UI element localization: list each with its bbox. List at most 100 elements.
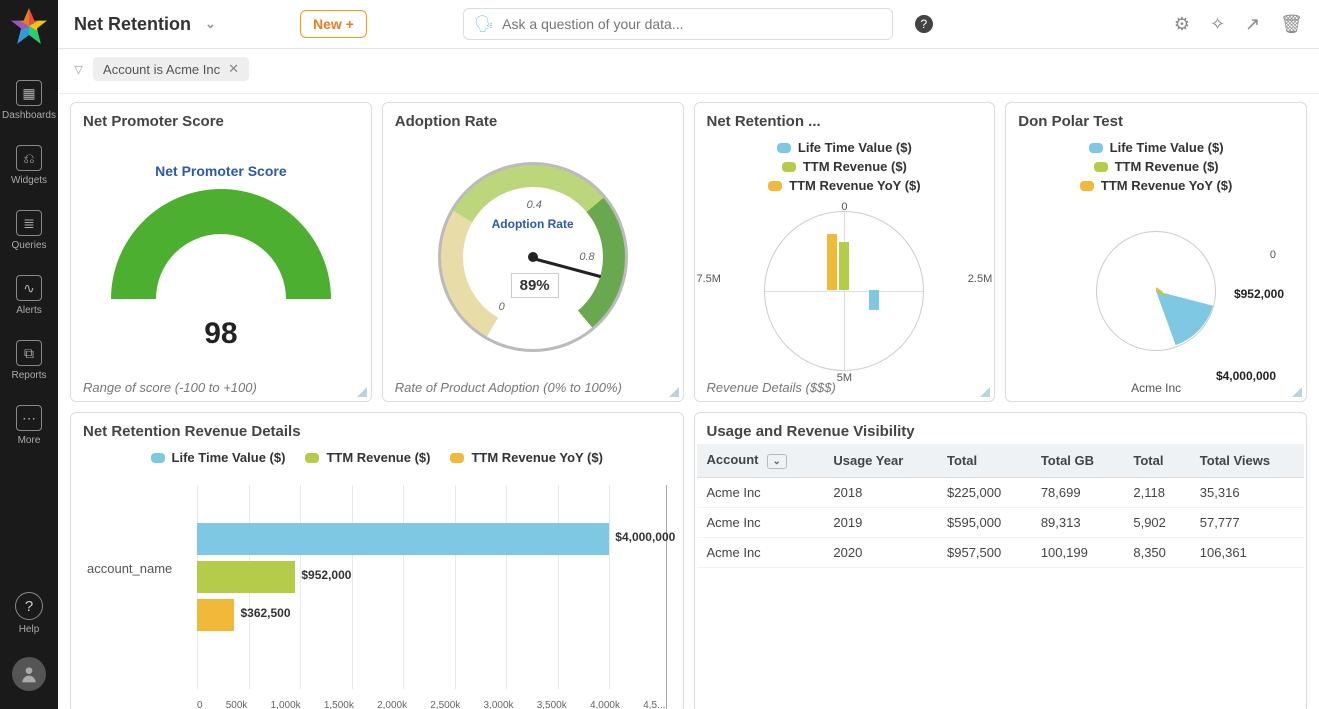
nav-label: Dashboards <box>2 110 56 121</box>
nps-gauge <box>111 189 331 299</box>
nav-label: Alerts <box>16 305 42 316</box>
col-total[interactable]: Total <box>937 444 1031 478</box>
left-sidebar: ▦ Dashboards ⎌ Widgets ≣Queries ∿ Alerts ⧉R… <box>0 0 58 709</box>
x-axis-ticks: 0500k1,000k1,500k2,000k2,500k3,000k3,500… <box>197 700 666 709</box>
nav-more[interactable]: ⋯ More <box>16 405 42 446</box>
data-label: $4,000,000 <box>1216 369 1276 383</box>
nav-dashboards[interactable]: ▦ Dashboards <box>2 80 56 121</box>
card-title: Net Retention ... <box>695 103 995 134</box>
legend-label: Life Time Value ($) <box>1110 140 1224 155</box>
nav-widgets[interactable]: ⎌ Widgets <box>11 145 47 186</box>
legend-label: TTM Revenue ($) <box>1115 159 1219 174</box>
axis-tick: 0 <box>841 201 847 213</box>
gauge-hub <box>528 252 538 262</box>
app-logo[interactable] <box>11 8 47 44</box>
dashboard-title-text: Net Retention <box>74 14 191 35</box>
bar-chart: account_name $4,000,000 $952,000 $362,50… <box>197 485 667 709</box>
trash-icon[interactable]: 🗑 <box>1280 14 1303 35</box>
dashboard-title-dropdown[interactable]: Net Retention ⌄ <box>74 14 284 35</box>
legend-swatch <box>1080 181 1094 191</box>
col-account[interactable]: Account⌄ <box>697 444 824 478</box>
nav-queries[interactable]: ≣Queries <box>11 210 46 251</box>
adoption-gauge: 0.4 Adoption Rate 0.8 0 89% <box>438 162 628 352</box>
gauge-tick: 0.4 <box>527 199 542 211</box>
legend-swatch <box>768 181 782 191</box>
resize-handle-icon[interactable] <box>669 387 679 397</box>
gauge-value: 89% <box>511 273 559 298</box>
card-nps: Net Promoter Score Net Promoter Score 98… <box>70 102 372 402</box>
help-icon[interactable]: ? <box>15 592 43 620</box>
card-adoption: Adoption Rate 0.4 Adoption Rate 0.8 0 89… <box>382 102 684 402</box>
bar-ttm: $952,000 <box>197 561 295 593</box>
card-footer: Range of score (-100 to +100) <box>71 380 371 401</box>
nav-label: More <box>18 435 41 446</box>
gauge-tick: 0.8 <box>579 251 594 263</box>
data-label: $952,000 <box>1234 287 1284 301</box>
top-bar: Net Retention ⌄ New + 🗣 ? ⚙ ✧ ↗ 🗑 <box>58 0 1319 49</box>
card-title: Don Polar Test <box>1006 103 1306 134</box>
card-title: Net Retention Revenue Details <box>71 413 683 444</box>
col-usage-year[interactable]: Usage Year <box>823 444 937 478</box>
polar-bar <box>869 290 879 310</box>
bar-value: $952,000 <box>301 568 351 582</box>
card-title: Usage and Revenue Visibility <box>695 413 1307 444</box>
axis-tick: 7.5M <box>697 273 721 285</box>
polar-chart <box>764 211 924 371</box>
gauge-label: Net Promoter Score <box>155 163 286 179</box>
ask-data-box[interactable]: 🗣 <box>463 8 893 40</box>
user-avatar[interactable] <box>12 657 46 691</box>
col-total-gb[interactable]: Total GB <box>1031 444 1124 478</box>
close-icon[interactable]: ✕ <box>228 61 239 77</box>
chart-icon: ⎌ <box>16 145 42 171</box>
ask-help-icon[interactable]: ? <box>915 15 933 33</box>
wand-icon[interactable]: ✧ <box>1210 14 1225 35</box>
legend-label: TTM Revenue YoY ($) <box>789 178 920 193</box>
legend-label: TTM Revenue YoY ($) <box>1101 178 1232 193</box>
more-icon: ⋯ <box>16 405 42 431</box>
filter-bar: ▿ Account is Acme Inc ✕ <box>58 49 1319 94</box>
share-icon[interactable]: ↗ <box>1245 14 1260 35</box>
y-axis-label: account_name <box>87 561 172 576</box>
nav-reports[interactable]: ⧉Reports <box>11 340 46 381</box>
card-don-polar: Don Polar Test Life Time Value ($) TTM R… <box>1005 102 1307 402</box>
chevron-down-icon[interactable]: ⌄ <box>767 454 787 469</box>
nav-alerts[interactable]: ∿ Alerts <box>16 275 42 316</box>
card-usage-table: Usage and Revenue Visibility Account⌄ Us… <box>694 412 1308 709</box>
filter-chip[interactable]: Account is Acme Inc ✕ <box>93 57 249 81</box>
chevron-down-icon: ⌄ <box>205 16 216 32</box>
grid-icon: ▦ <box>16 80 42 106</box>
gauge-tick: 0 <box>499 301 505 313</box>
legend-label: TTM Revenue ($) <box>803 159 907 174</box>
card-title: Adoption Rate <box>383 103 683 134</box>
report-icon: ⧉ <box>16 340 42 366</box>
card-footer: Rate of Product Adoption (0% to 100%) <box>383 380 683 401</box>
legend-swatch <box>151 453 165 463</box>
table-row[interactable]: Acme Inc2018$225,00078,6992,11835,316 <box>697 478 1305 508</box>
alert-icon: ∿ <box>16 275 42 301</box>
nav-label: Widgets <box>11 175 47 186</box>
legend-swatch <box>1089 143 1103 153</box>
col-total-views[interactable]: Total Views <box>1190 444 1304 478</box>
card-retention-polar: Net Retention ... Life Time Value ($) TT… <box>694 102 996 402</box>
resize-handle-icon[interactable] <box>357 387 367 397</box>
legend-swatch <box>1094 162 1108 172</box>
funnel-icon[interactable]: ▿ <box>74 59 83 80</box>
ask-input[interactable] <box>502 16 882 32</box>
table-row[interactable]: Acme Inc2019$595,00089,3135,90257,777 <box>697 508 1305 538</box>
legend-swatch <box>305 453 319 463</box>
resize-handle-icon[interactable] <box>1292 387 1302 397</box>
legend-swatch <box>450 453 464 463</box>
settings-icon[interactable]: ⚙ <box>1174 14 1190 35</box>
new-button[interactable]: New + <box>300 10 367 38</box>
card-revenue-bars: Net Retention Revenue Details Life Time … <box>70 412 684 709</box>
legend-label: Life Time Value ($) <box>172 450 286 465</box>
table-row[interactable]: Acme Inc2020$957,500100,1998,350106,361 <box>697 538 1305 568</box>
resize-handle-icon[interactable] <box>980 387 990 397</box>
polar-bar <box>827 234 837 290</box>
legend-swatch <box>777 143 791 153</box>
nps-value: 98 <box>204 317 237 351</box>
usage-table: Account⌄ Usage Year Total Total GB Total… <box>697 444 1305 568</box>
legend-label: TTM Revenue YoY ($) <box>471 450 602 465</box>
bar-value: $362,500 <box>240 606 290 620</box>
col-total2[interactable]: Total <box>1123 444 1189 478</box>
